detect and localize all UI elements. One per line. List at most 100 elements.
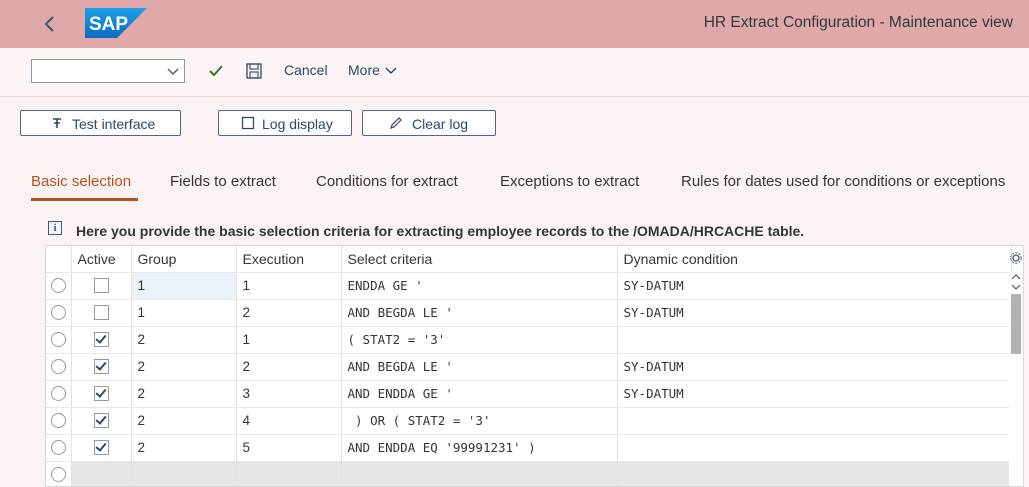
info-message: Here you provide the basic selection cri… [76,223,805,239]
row-selector[interactable] [46,326,72,354]
back-icon[interactable] [38,12,62,36]
active-cell[interactable] [71,272,132,300]
more-menu-button[interactable]: More [348,62,397,78]
empty-cell[interactable] [341,461,618,486]
row-radio[interactable] [50,278,66,293]
shell-bar: SAP HR Extract Configuration - Maintenan… [0,0,1029,48]
select-criteria-cell[interactable]: AND ENDDA EQ '99991231' ) [341,434,618,462]
row-selector[interactable] [46,407,72,435]
group-cell[interactable]: 1 [131,272,237,300]
selected-tab-indicator [31,198,138,201]
cancel-button[interactable]: Cancel [284,62,328,78]
checkmark-icon[interactable] [206,61,226,81]
table-row: 2 4 ) OR ( STAT2 = '3' [46,407,1012,435]
test-interface-icon [53,118,61,128]
execution-cell[interactable]: 4 [236,407,342,435]
execution-cell[interactable]: 1 [236,326,342,354]
tab-rules-for-dates[interactable]: Rules for dates used for conditions or e… [681,173,1005,190]
dynamic-condition-cell[interactable] [617,434,1012,462]
active-cell[interactable] [71,380,132,408]
column-header-dynamic-condition[interactable]: Dynamic condition [617,246,1012,273]
test-interface-button[interactable]: Test interface [20,110,181,136]
active-checkbox[interactable] [93,332,109,347]
table-row: 2 5 AND ENDDA EQ '99991231' ) [46,434,1012,462]
execution-cell[interactable]: 5 [236,434,342,462]
empty-cell[interactable] [131,461,237,486]
group-cell[interactable]: 2 [131,380,237,408]
row-selector[interactable] [46,461,72,486]
dynamic-condition-cell[interactable]: SY-DATUM [617,299,1012,327]
active-cell[interactable] [71,407,132,435]
active-cell[interactable] [71,353,132,381]
scroll-arrows-icon[interactable] [1009,272,1023,292]
vertical-scrollbar[interactable] [1009,272,1023,486]
tab-exceptions-to-extract[interactable]: Exceptions to extract [500,173,639,190]
execution-cell[interactable]: 1 [236,272,342,300]
row-radio[interactable] [50,359,66,374]
active-checkbox[interactable] [93,278,109,293]
select-criteria-cell[interactable]: ENDDA GE ' [341,272,618,300]
select-criteria-cell[interactable]: ) OR ( STAT2 = '3' [341,407,618,435]
active-checkbox[interactable] [93,305,109,320]
row-radio[interactable] [50,305,66,320]
tab-conditions-for-extract[interactable]: Conditions for extract [316,173,458,190]
select-criteria-cell[interactable]: AND BEGDA LE ' [341,299,618,327]
execution-cell[interactable]: 3 [236,380,342,408]
test-interface-label: Test interface [72,116,156,132]
group-cell[interactable]: 2 [131,353,237,381]
dynamic-condition-cell[interactable] [617,326,1012,354]
active-checkbox[interactable] [93,359,109,374]
dynamic-condition-cell[interactable]: SY-DATUM [617,380,1012,408]
column-header-execution[interactable]: Execution [236,246,342,273]
empty-cell[interactable] [71,461,132,486]
row-radio[interactable] [50,332,66,347]
column-header-select-criteria[interactable]: Select criteria [341,246,618,273]
dynamic-condition-cell[interactable] [617,407,1012,435]
active-cell[interactable] [71,434,132,462]
tab-fields-to-extract[interactable]: Fields to extract [170,173,276,190]
row-selector[interactable] [46,434,72,462]
tab-basic-selection[interactable]: Basic selection [31,173,131,190]
log-display-button[interactable]: Log display [218,110,352,136]
active-checkbox[interactable] [93,440,109,455]
group-cell[interactable]: 2 [131,326,237,354]
dropdown-select[interactable] [31,59,185,83]
active-cell[interactable] [71,299,132,327]
active-checkbox[interactable] [93,386,109,401]
row-selector[interactable] [46,353,72,381]
row-selector[interactable] [46,380,72,408]
table-row-empty [46,461,1012,486]
clear-log-button[interactable]: Clear log [362,110,496,136]
row-radio[interactable] [50,467,66,482]
log-display-label: Log display [262,116,333,132]
empty-cell[interactable] [617,461,1012,486]
table-settings-gear-icon[interactable] [1009,250,1023,266]
column-header-group[interactable]: Group [131,246,237,273]
row-selector-header [46,246,72,273]
group-cell[interactable]: 2 [131,407,237,435]
dynamic-condition-cell[interactable]: SY-DATUM [617,353,1012,381]
row-radio[interactable] [50,386,66,401]
select-criteria-cell[interactable]: AND ENDDA GE ' [341,380,618,408]
row-radio[interactable] [50,413,66,428]
select-criteria-cell[interactable]: AND BEGDA LE ' [341,353,618,381]
dynamic-condition-cell[interactable]: SY-DATUM [617,272,1012,300]
row-selector[interactable] [46,272,72,300]
column-header-active[interactable]: Active [71,246,132,273]
row-radio[interactable] [50,440,66,455]
empty-cell[interactable] [236,461,342,486]
toolbar: Cancel More [0,48,1029,97]
select-criteria-cell[interactable]: ( STAT2 = '3' [341,326,618,354]
group-cell[interactable]: 1 [131,299,237,327]
execution-cell[interactable]: 2 [236,353,342,381]
active-cell[interactable] [71,326,132,354]
active-checkbox[interactable] [93,413,109,428]
row-selector[interactable] [46,299,72,327]
chevron-down-icon [167,68,179,76]
more-label: More [348,62,380,78]
scrollbar-thumb[interactable] [1011,294,1021,354]
execution-cell[interactable]: 2 [236,299,342,327]
group-cell[interactable]: 2 [131,434,237,462]
save-icon[interactable] [244,61,264,81]
info-icon: i [48,221,62,235]
